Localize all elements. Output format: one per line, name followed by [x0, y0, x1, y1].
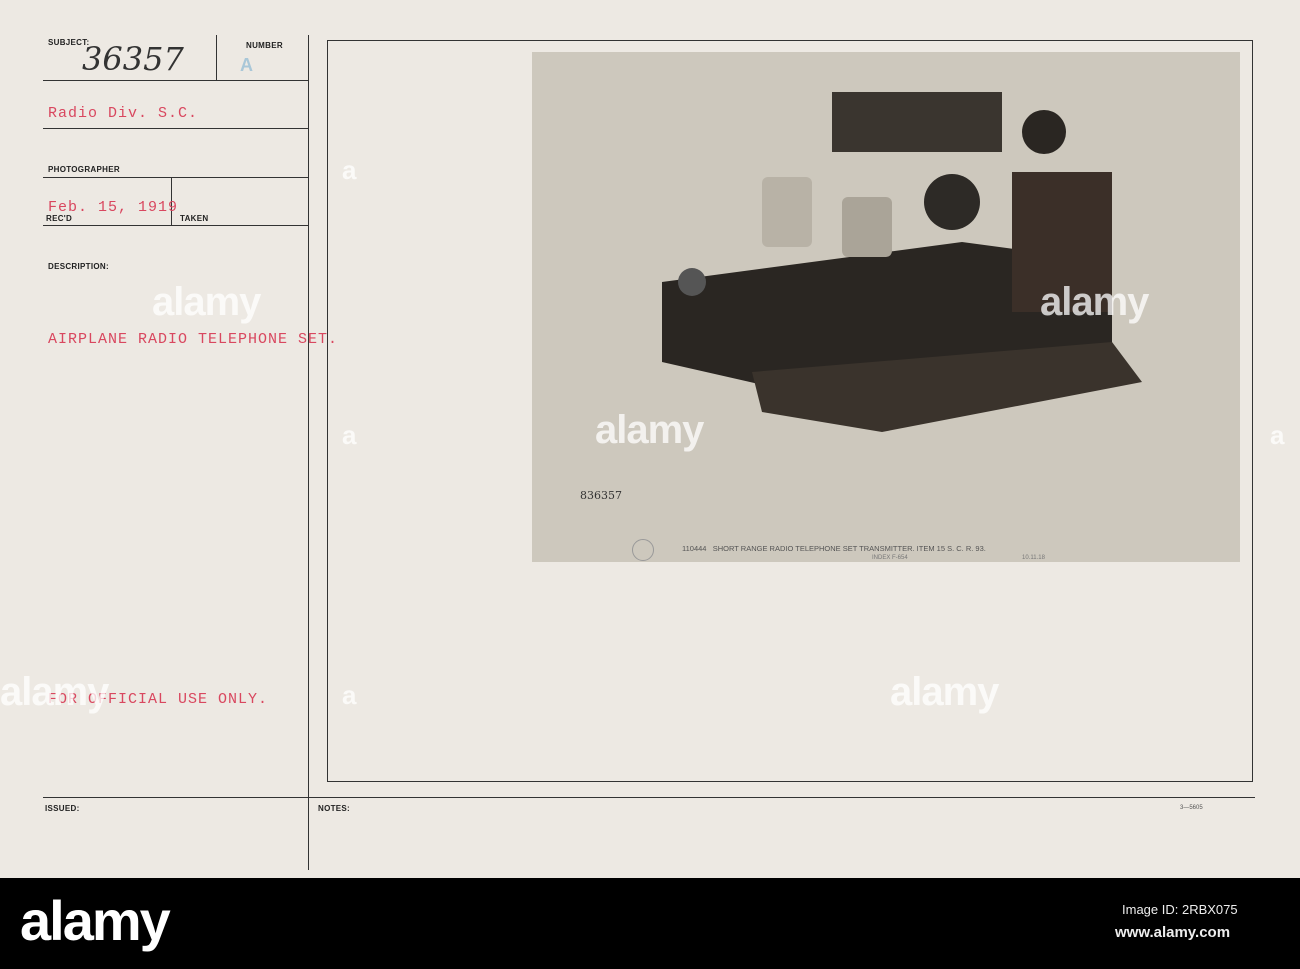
number-label: NUMBER	[246, 41, 283, 50]
watermark: alamy	[152, 280, 261, 324]
watermark-letter: a	[342, 680, 357, 710]
photo-caption-sub: INDEX F-654	[872, 555, 908, 561]
watermark: alamy	[595, 408, 704, 452]
divider	[43, 80, 308, 81]
photo-caption: 110444 SHORT RANGE RADIO TELEPHONE SET T…	[682, 544, 986, 553]
division: Radio Div. S.C.	[48, 105, 199, 122]
subject-number: 36357	[82, 40, 184, 78]
description-label: DESCRIPTION:	[48, 262, 109, 271]
notes-label: NOTES:	[318, 804, 351, 813]
watermark: alamy	[1040, 280, 1149, 324]
watermark: alamy	[890, 670, 999, 714]
handwritten-number: 836357	[580, 489, 622, 502]
divider	[43, 177, 308, 178]
alamy-url: www.alamy.com	[1115, 924, 1231, 941]
alamy-logo: alamy	[20, 889, 171, 952]
watermark: alamy	[0, 670, 109, 714]
watermark-bar: alamy Image ID: 2RBX075 www.alamy.com	[0, 878, 1300, 969]
divider	[308, 35, 309, 870]
divider	[43, 128, 308, 129]
form-number: 3—5605	[1180, 805, 1203, 811]
divider	[43, 225, 308, 226]
recd-label: REC'D	[46, 214, 73, 223]
watermark-letter: a	[342, 155, 357, 185]
watermark-letter: a	[342, 420, 357, 450]
taken-label: TAKEN	[180, 214, 209, 223]
photographer-label: PHOTOGRAPHER	[48, 165, 120, 174]
number-value: A	[240, 55, 253, 75]
divider	[43, 797, 1255, 798]
description: AIRPLANE RADIO TELEPHONE SET.	[48, 331, 339, 348]
issued-label: ISSUED:	[45, 804, 80, 813]
seal-icon	[632, 539, 654, 561]
image-id: Image ID: 2RBX075	[1122, 902, 1238, 917]
photo-caption-date: 10.11.18	[1022, 555, 1045, 561]
watermark-letter: a	[1270, 420, 1285, 450]
divider	[216, 35, 217, 80]
